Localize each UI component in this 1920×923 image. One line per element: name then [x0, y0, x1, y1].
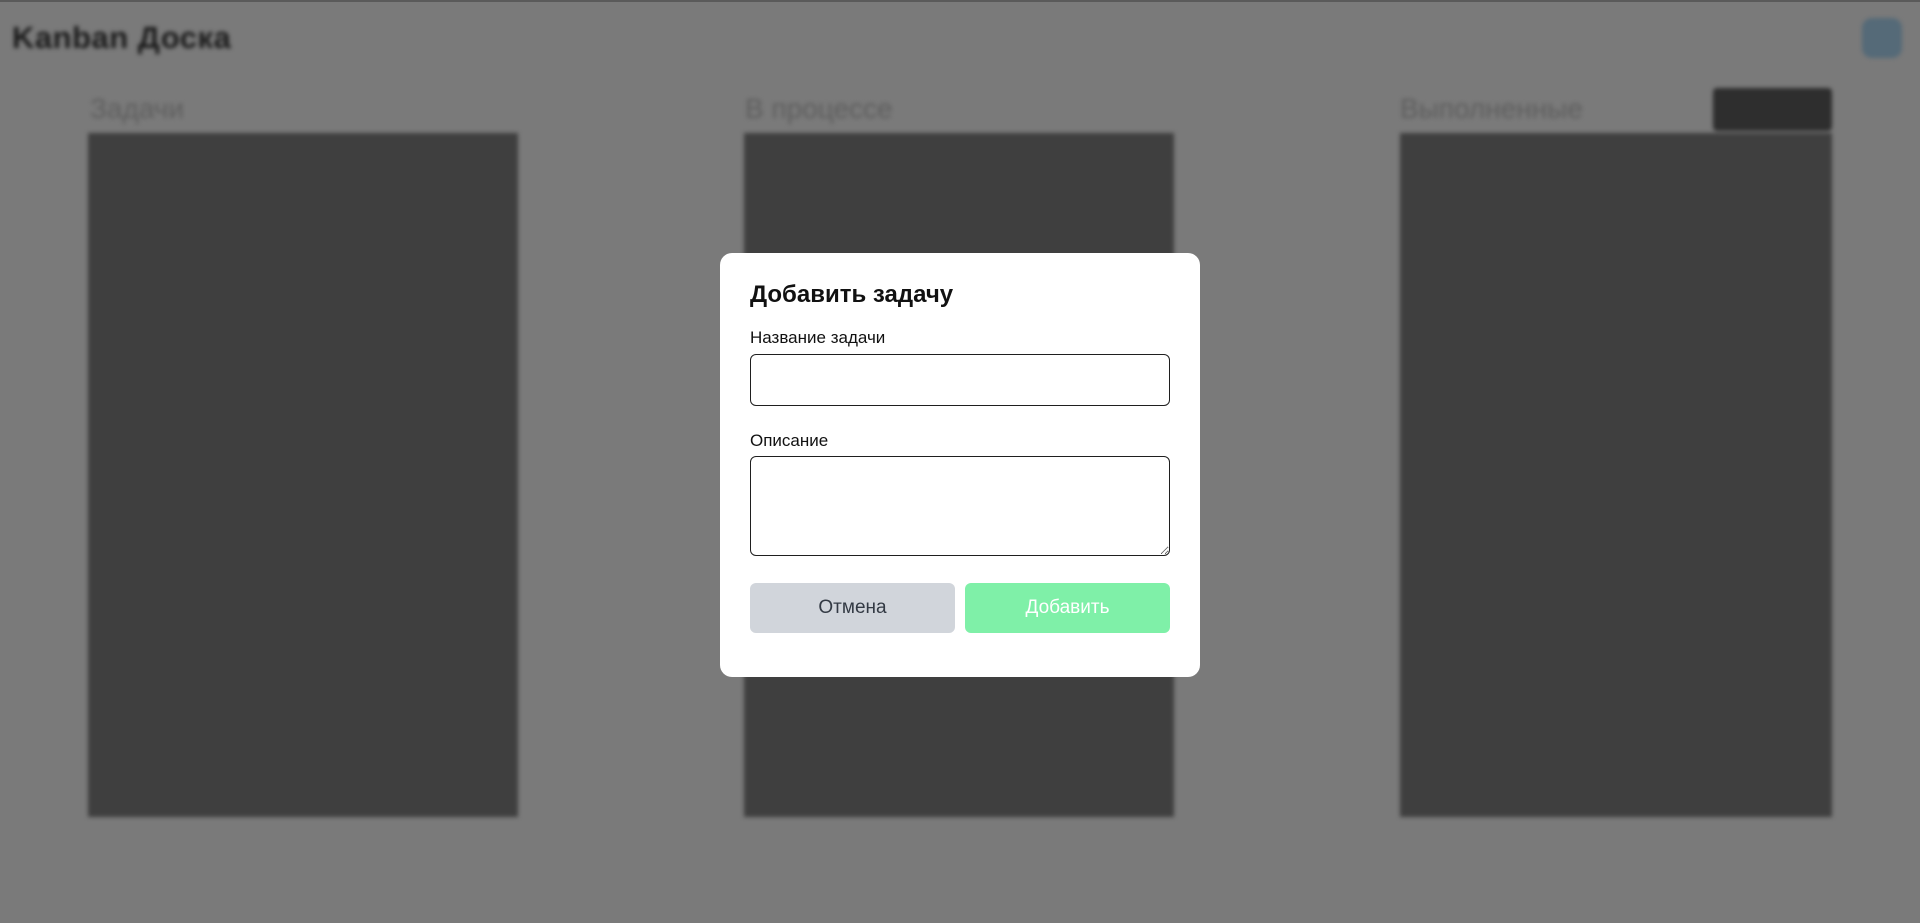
modal-title: Добавить задачу [750, 281, 954, 308]
column-done-action [1713, 88, 1832, 131]
description-label: Описание [750, 430, 829, 450]
description-textarea[interactable] [750, 456, 1170, 557]
task-name-input[interactable] [750, 353, 1170, 406]
add-button[interactable]: Добавить [965, 583, 1170, 634]
cancel-button[interactable]: Отмена [750, 583, 955, 634]
column-title-todo: Задачи [90, 93, 185, 124]
user-avatar [1862, 18, 1902, 58]
page: Kanban Доска Задачи В процессе Выполненн… [0, 0, 1920, 923]
column-title-done: Выполненные [1400, 93, 1583, 124]
board-title: Kanban Доска [12, 20, 232, 55]
column-done [1400, 133, 1832, 817]
column-title-in-progress: В процессе [745, 93, 893, 124]
add-task-modal: Добавить задачу Название задачи Описание… [720, 253, 1200, 677]
column-todo [88, 133, 518, 817]
task-name-label: Название задачи [750, 328, 886, 347]
modal-actions: Отмена Добавить [750, 583, 1170, 634]
